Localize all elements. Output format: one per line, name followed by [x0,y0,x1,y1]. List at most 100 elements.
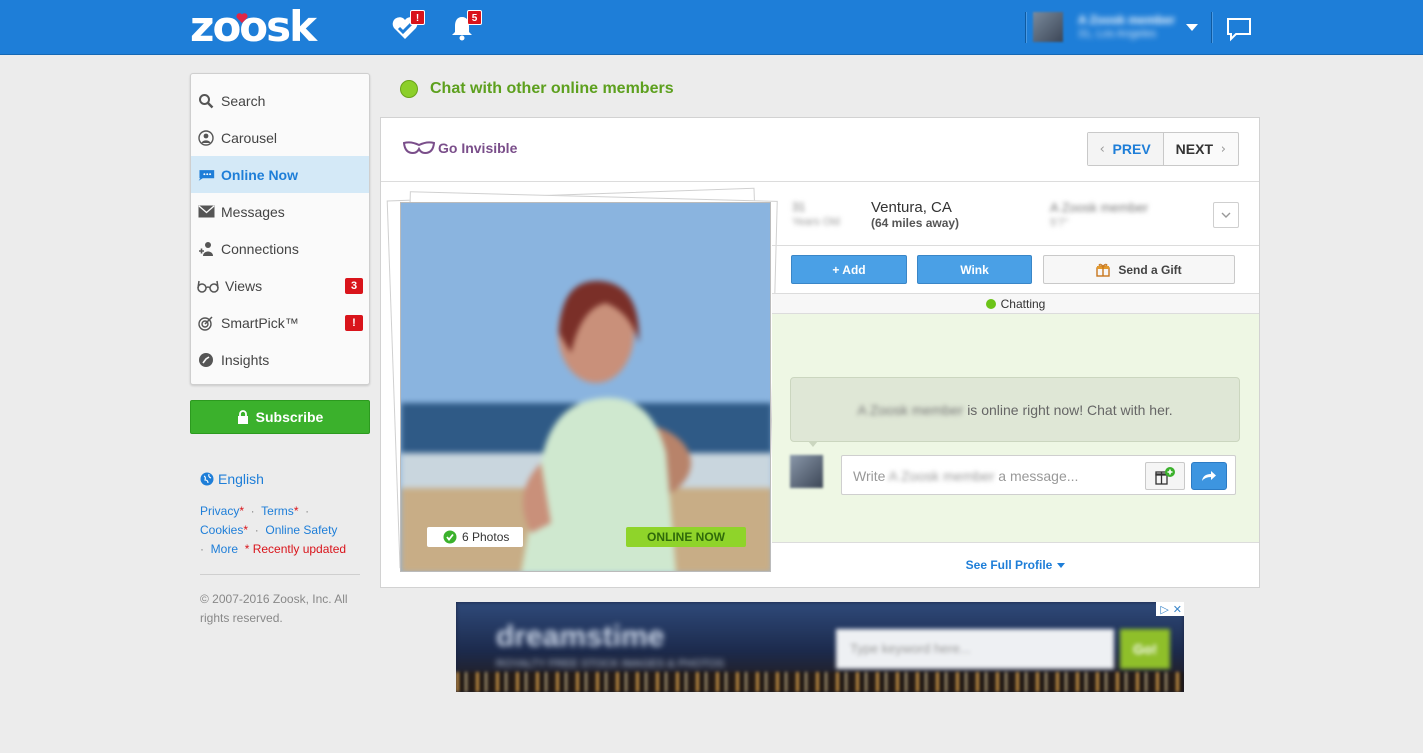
gift-icon [1096,263,1111,277]
photos-count-label: 6 Photos [462,530,510,544]
close-icon: ✕ [1172,603,1182,616]
chat-status-bar: Chatting [772,293,1259,314]
sidebar-item-smartpick[interactable]: SmartPick™ ! [191,304,369,341]
online-message-member-name: A Zoosk member [857,401,964,418]
ad-close-button[interactable]: ▷ ✕ [1156,602,1184,616]
insights-icon [197,351,215,369]
copyright-text: © 2007-2016 Zoosk, Inc. All rights reser… [200,592,348,625]
ad-brand: dreamstime [496,620,665,653]
user-location: 31, Los Angeles [1078,28,1157,40]
more-link[interactable]: More [211,542,238,556]
ad-search-field[interactable]: Type keyword here... [836,629,1114,669]
online-now-tag: ONLINE NOW [626,527,746,547]
zoosk-logo[interactable]: zoosk [190,6,317,48]
glasses-icon [197,277,219,295]
gift-add-icon [1155,467,1175,485]
chatting-status-dot-icon [985,298,996,309]
profile-photo[interactable]: 6 Photos ONLINE NOW [400,202,771,572]
send-gift-button[interactable]: Send a Gift [1043,255,1235,284]
notifications-bell[interactable]: 5 [448,10,482,42]
mask-icon [403,141,435,155]
user-menu-caret-icon[interactable] [1186,24,1198,31]
cookies-link[interactable]: Cookies [200,523,243,537]
chat-bubble-icon [197,166,215,184]
prev-label: PREV [1112,141,1151,157]
send-gift-label: Send a Gift [1118,262,1182,277]
online-message-text: is online right now! Chat with her. [967,401,1173,418]
logo-text: zoosk [190,2,317,51]
terms-link[interactable]: Terms [261,504,294,518]
footer-divider [200,574,360,575]
online-status-dot-icon [400,80,418,98]
sidebar-item-search[interactable]: Search [191,82,369,119]
next-button[interactable]: NEXT › [1164,133,1238,165]
sidebar-item-connections[interactable]: Connections [191,230,369,267]
profile-pager: ‹ PREV NEXT › [1086,132,1239,166]
sidebar-item-label: Views [225,277,263,294]
sidebar-item-label: Connections [221,240,299,257]
user-avatar[interactable] [1033,12,1063,42]
matches-icon[interactable]: ! [391,10,425,42]
message-input[interactable]: Write A Zoosk member a message... [841,455,1236,495]
profile-member-sub: 5'7" [1050,217,1069,229]
profile-age: 31 [792,200,806,214]
header-divider [1211,12,1212,43]
chat-icon[interactable] [1226,16,1252,42]
ad-search-placeholder: Type keyword here... [850,641,971,656]
top-navigation-bar: zoosk ! 5 A Zoosk member 31, Los Angeles [0,0,1423,55]
footer-links: Privacy* · Terms* · Cookies* · Online Sa… [200,504,347,556]
profile-member-name: A Zoosk member [1050,200,1149,215]
chat-header-title: Chat with other online members [430,80,674,97]
search-icon [197,92,215,110]
profile-expand-button[interactable] [1213,202,1239,228]
add-button[interactable]: + Add [791,255,907,284]
send-message-button[interactable] [1191,462,1227,490]
views-count-badge: 3 [345,278,363,294]
see-full-profile-label: See Full Profile [965,558,1053,572]
globe-icon [200,472,214,486]
go-invisible-button[interactable]: Go Invisible [403,140,517,156]
online-safety-link[interactable]: Online Safety [265,523,337,537]
profile-age-label: Years Old [792,216,840,228]
chat-header: Chat with other online members [400,80,674,98]
matches-badge: ! [410,10,425,25]
header-divider [1025,12,1026,43]
carousel-icon [197,129,215,147]
prev-button[interactable]: ‹ PREV [1087,133,1164,165]
user-name[interactable]: A Zoosk member [1078,13,1175,27]
attach-gift-button[interactable] [1145,462,1185,490]
send-arrow-icon [1202,471,1216,481]
photos-count-tag[interactable]: 6 Photos [427,527,524,547]
sidebar-item-carousel[interactable]: Carousel [191,119,369,156]
ad-go-button[interactable]: Go! [1120,629,1170,669]
lock-icon [237,410,248,424]
bubble-tail [808,441,818,447]
envelope-icon [197,203,215,221]
sidebar-item-views[interactable]: Views 3 [191,267,369,304]
sidebar-item-label: SmartPick™ [221,314,299,331]
online-message-bubble: A Zoosk member is online right now! Chat… [790,377,1240,442]
sidebar-item-messages[interactable]: Messages [191,193,369,230]
wink-button[interactable]: Wink [917,255,1032,284]
profile-city: Ventura, CA [871,199,952,216]
profile-actions: + Add Wink Send a Gift [791,255,1236,284]
sidebar-nav: Search Carousel Online Now Messages Conn… [190,73,370,385]
ad-choices-icon: ▷ [1160,603,1169,616]
profile-distance: (64 miles away) [871,216,960,230]
language-selector[interactable]: English [200,471,264,487]
check-circle-icon [443,530,457,544]
profile-card-toolbar: Go Invisible ‹ PREV NEXT › [381,118,1259,182]
subscribe-label: Subscribe [255,409,324,425]
profile-info: 31 Years Old Ventura, CA (64 miles away)… [772,183,1259,246]
advertisement-banner[interactable]: dreamstime ROYALTY FREE STOCK IMAGES & P… [456,602,1184,692]
sidebar-item-insights[interactable]: Insights [191,341,369,378]
go-invisible-label: Go Invisible [438,140,518,156]
logo-heart-icon [236,13,248,23]
subscribe-button[interactable]: Subscribe [190,400,370,434]
privacy-link[interactable]: Privacy [200,504,239,518]
see-full-profile-link[interactable]: See Full Profile [772,542,1259,587]
sidebar-item-online-now[interactable]: Online Now [191,156,369,193]
sidebar-item-label: Carousel [221,129,278,146]
language-label: English [218,471,264,487]
target-icon [197,314,215,332]
